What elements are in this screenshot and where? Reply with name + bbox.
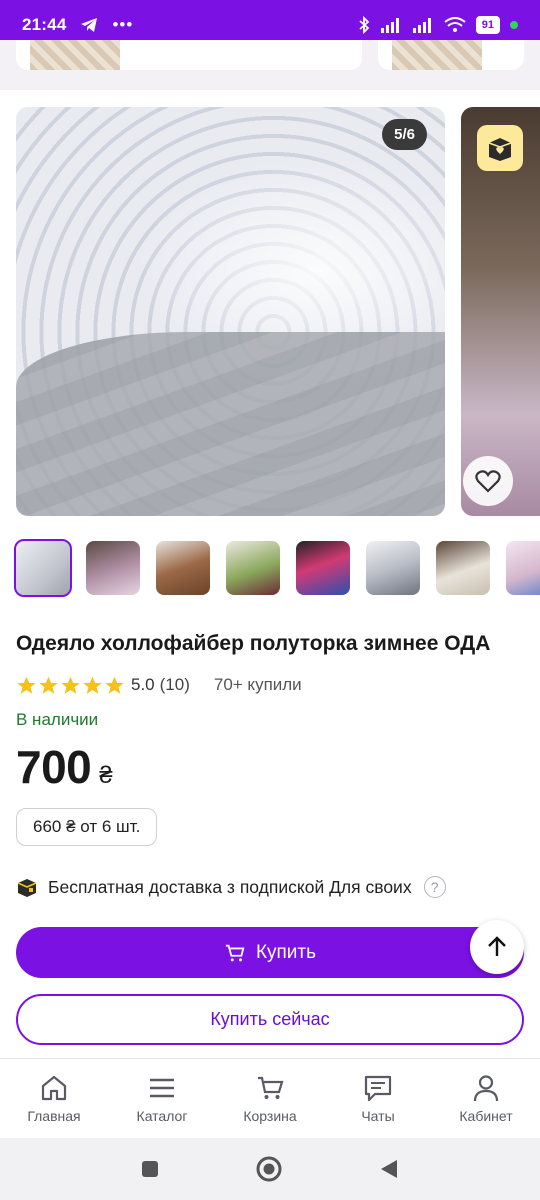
nav-catalog-label: Каталог — [136, 1108, 188, 1124]
rating-value: 5.0 — [131, 675, 155, 694]
cart-icon — [225, 944, 245, 961]
recent-apps-icon[interactable] — [140, 1159, 160, 1179]
main-product-photo[interactable]: 5/6 — [16, 107, 445, 516]
thumbnail-4[interactable] — [226, 541, 280, 595]
price-row: 700 ₴ — [16, 740, 113, 794]
rating-row[interactable]: 5.0 (10) 70+ купили — [16, 673, 302, 697]
star-icon — [39, 676, 58, 694]
buy-now-button[interactable]: Купить сейчас — [16, 994, 524, 1045]
bought-count: 70+ купили — [213, 675, 302, 694]
battery-indicator: 91 — [475, 16, 500, 34]
star-icon — [61, 676, 80, 694]
buy-button-label: Купить — [255, 941, 317, 963]
home-circle-icon[interactable] — [255, 1155, 283, 1183]
rating-stars — [16, 675, 125, 696]
user-icon — [473, 1075, 499, 1102]
bottom-navigation: Главная Каталог Корзина Чаты Кабинет — [0, 1058, 540, 1138]
menu-icon — [150, 1078, 174, 1098]
chat-icon — [364, 1075, 392, 1102]
previous-card-image — [30, 40, 120, 70]
wifi-icon — [444, 17, 466, 32]
free-delivery-row: Бесплатная доставка з подпиской Для свои… — [16, 874, 446, 900]
thumbnail-8[interactable] — [506, 541, 540, 595]
privacy-dot-icon — [510, 21, 518, 29]
bulk-price-chip[interactable]: 660 ₴ от 6 шт. — [16, 808, 158, 846]
product-title: Одеяло холлофайбер полуторка зимнее ОДА — [16, 632, 491, 655]
nav-cart[interactable]: Корзина — [216, 1059, 324, 1138]
star-icon — [17, 676, 36, 694]
gift-box-icon — [488, 138, 512, 161]
cart-icon — [258, 1076, 284, 1099]
signal-icon-2 — [412, 18, 431, 33]
product-gallery: 5/6 — [0, 90, 540, 530]
nav-chats[interactable]: Чаты — [324, 1059, 432, 1138]
price-value: 700 — [16, 741, 92, 793]
free-delivery-text: Бесплатная доставка з подпиской Для свои… — [48, 876, 412, 897]
thumbnail-7[interactable] — [436, 541, 490, 595]
availability-status: В наличии — [16, 710, 99, 729]
telegram-icon — [81, 18, 98, 32]
signal-icon — [380, 18, 399, 33]
arrow-up-icon — [488, 936, 506, 956]
nav-home-label: Главная — [27, 1108, 81, 1124]
previous-items-strip — [0, 40, 540, 90]
thumbnail-3[interactable] — [156, 541, 210, 595]
star-icon — [105, 676, 124, 694]
favorite-button[interactable] — [463, 456, 513, 506]
previous-card-left[interactable] — [16, 40, 362, 70]
gift-box-badge — [477, 125, 523, 171]
buy-button[interactable]: Купить — [16, 927, 524, 978]
previous-card-image — [392, 40, 482, 70]
system-navigation-bar — [0, 1138, 540, 1200]
nav-home[interactable]: Главная — [0, 1059, 108, 1138]
thumbnail-2[interactable] — [86, 541, 140, 595]
thumbnail-6[interactable] — [366, 541, 420, 595]
back-icon[interactable] — [378, 1158, 400, 1180]
help-icon[interactable]: ? — [423, 876, 446, 898]
thumbnail-1[interactable] — [14, 539, 72, 597]
home-icon — [41, 1075, 67, 1101]
nav-chats-label: Чаты — [361, 1108, 395, 1124]
thumbnail-5[interactable] — [296, 541, 350, 595]
nav-catalog[interactable]: Каталог — [108, 1059, 216, 1138]
star-icon — [83, 676, 102, 694]
rating-count: (10) — [159, 675, 190, 694]
scroll-to-top-button[interactable] — [470, 920, 524, 974]
heart-icon — [475, 470, 501, 493]
nav-profile[interactable]: Кабинет — [432, 1059, 540, 1138]
nav-cart-label: Корзина — [243, 1108, 297, 1124]
price-currency: ₴ — [99, 762, 113, 789]
box-icon — [17, 879, 37, 897]
thumbnail-strip — [14, 539, 540, 597]
previous-card-right[interactable] — [378, 40, 524, 70]
photo-blanket-fold — [16, 331, 445, 516]
nav-profile-label: Кабинет — [459, 1108, 513, 1124]
bluetooth-icon — [359, 16, 370, 34]
photo-counter: 5/6 — [382, 119, 427, 150]
status-time: 21:44 — [22, 15, 67, 34]
more-notifications-icon: ••• — [112, 15, 134, 34]
